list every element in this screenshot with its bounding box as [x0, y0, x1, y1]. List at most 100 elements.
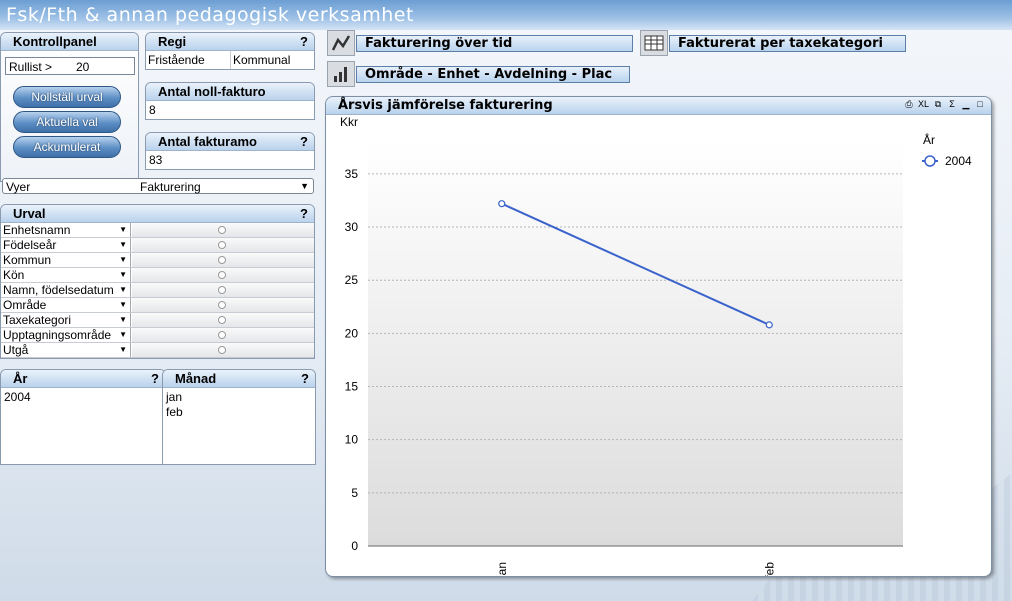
tab-fakturerat-per-taxekategori[interactable]: Fakturerat per taxekategori	[669, 35, 906, 52]
radio-icon	[218, 256, 226, 264]
urval-field-value[interactable]	[132, 223, 314, 237]
urval-field-name: Utgå	[3, 343, 29, 357]
chevron-down-icon[interactable]: ▼	[119, 268, 127, 282]
urval-field-label[interactable]: Namn, födelsedatum ▼	[3, 283, 131, 297]
kontrollpanel-title: Kontrollpanel	[1, 33, 138, 51]
y-tick-label: 35	[345, 167, 359, 181]
y-tick-label: 10	[345, 433, 359, 447]
bar-chart-icon[interactable]	[327, 61, 355, 87]
urval-row[interactable]: Namn, födelsedatum ▼	[1, 283, 314, 298]
chevron-down-icon[interactable]: ▼	[119, 253, 127, 267]
plot-area	[368, 142, 903, 546]
vyer-dropdown[interactable]: Vyer Fakturering ▼	[2, 178, 314, 194]
regi-value-fristaende[interactable]: Fristående	[148, 53, 205, 67]
noll-fakturor-value: 8	[149, 103, 156, 117]
urval-field-value[interactable]	[132, 298, 314, 312]
y-tick-label: 5	[351, 486, 358, 500]
app-title: Fsk/Fth & annan pedagogisk verksamhet	[0, 0, 1012, 30]
rullist-field[interactable]: Rullist > 20	[5, 57, 135, 75]
chart-title: Årsvis jämförelse fakturering	[326, 97, 991, 115]
chevron-down-icon[interactable]: ▼	[119, 283, 127, 297]
ar-value-2004[interactable]: 2004	[1, 388, 165, 406]
urval-panel: Urval? Enhetsnamn ▼ Födelseår ▼ Kommun ▼ Kön ▼ N…	[0, 204, 315, 359]
urval-field-name: Födelseår	[3, 238, 57, 252]
urval-field-label[interactable]: Födelseår ▼	[3, 238, 131, 252]
urval-field-value[interactable]	[132, 238, 314, 252]
regi-title: Regi	[158, 34, 187, 49]
x-tick-label: jan	[495, 562, 509, 576]
y-axis-label: Kkr	[340, 116, 358, 129]
urval-row[interactable]: Enhetsnamn ▼	[1, 223, 314, 238]
chevron-down-icon[interactable]: ▼	[119, 238, 127, 252]
tab-fakturering-over-tid[interactable]: Fakturering över tid	[356, 35, 633, 52]
nollstall-urval-button[interactable]: Nollställ urval	[13, 86, 121, 108]
legend-marker	[924, 155, 936, 167]
tab-omrade-enhet-avdelning[interactable]: Område - Enhet - Avdelning - Plac	[356, 66, 630, 83]
urval-field-value[interactable]	[132, 283, 314, 297]
radio-icon	[218, 301, 226, 309]
data-point	[498, 200, 506, 208]
urval-field-label[interactable]: Taxekategori ▼	[3, 313, 131, 327]
regi-listbox: Regi? Fristående Kommunal	[145, 32, 315, 70]
legend-label: 2004	[945, 154, 972, 168]
urval-field-name: Område	[3, 298, 47, 312]
table-icon[interactable]	[640, 30, 668, 56]
help-icon[interactable]: ?	[301, 371, 309, 386]
urval-field-value[interactable]	[132, 328, 314, 342]
help-icon[interactable]: ?	[151, 371, 159, 386]
urval-row[interactable]: Kommun ▼	[1, 253, 314, 268]
urval-field-value[interactable]	[132, 253, 314, 267]
y-tick-label: 20	[345, 326, 359, 340]
urval-field-value[interactable]	[132, 343, 314, 357]
chevron-down-icon[interactable]: ▼	[119, 313, 127, 327]
urval-row[interactable]: Upptagningsområde ▼	[1, 328, 314, 343]
urval-field-value[interactable]	[132, 268, 314, 282]
help-icon[interactable]: ?	[300, 34, 308, 49]
minimize-icon[interactable]: ▁	[961, 99, 971, 110]
line-chart-icon[interactable]	[327, 30, 355, 56]
line-chart: 0 5 10 15 20 25 30 35 Kkr jan feb År 2004	[340, 116, 972, 576]
urval-row[interactable]: Utgå ▼	[1, 343, 314, 358]
print-icon[interactable]: ⎙	[904, 99, 914, 110]
urval-field-label[interactable]: Enhetsnamn ▼	[3, 223, 131, 237]
urval-field-name: Enhetsnamn	[3, 223, 71, 237]
noll-fakturor-box: Antal noll-fakturo 8	[145, 82, 315, 120]
urval-row[interactable]: Taxekategori ▼	[1, 313, 314, 328]
aktuella-val-button[interactable]: Aktuella val	[13, 111, 121, 133]
urval-field-name: Upptagningsområde	[3, 328, 112, 342]
urval-row[interactable]: Kön ▼	[1, 268, 314, 283]
radio-icon	[218, 346, 226, 354]
manad-value-jan[interactable]: jan	[163, 388, 315, 404]
urval-field-label[interactable]: Upptagningsområde ▼	[3, 328, 131, 342]
help-icon[interactable]: ?	[300, 134, 308, 149]
radio-icon	[218, 241, 226, 249]
manad-title: Månad	[175, 371, 217, 386]
urval-row[interactable]: Födelseår ▼	[1, 238, 314, 253]
legend-title: År	[923, 132, 935, 147]
urval-field-value[interactable]	[132, 313, 314, 327]
help-icon[interactable]: ?	[300, 206, 308, 221]
chevron-down-icon[interactable]: ▼	[119, 298, 127, 312]
chevron-down-icon[interactable]: ▼	[119, 223, 127, 237]
urval-field-label[interactable]: Utgå ▼	[3, 343, 131, 357]
manad-value-feb[interactable]: feb	[163, 404, 315, 421]
urval-field-label[interactable]: Kön ▼	[3, 268, 131, 282]
regi-value-kommunal[interactable]: Kommunal	[233, 53, 290, 67]
urval-list: Enhetsnamn ▼ Födelseår ▼ Kommun ▼ Kön ▼ Namn, fö…	[1, 223, 314, 358]
copy-icon[interactable]: ⧉	[933, 99, 943, 110]
urval-field-label[interactable]: Kommun ▼	[3, 253, 131, 267]
chevron-down-icon[interactable]: ▼	[119, 343, 127, 357]
sigma-icon[interactable]: Σ	[947, 99, 957, 110]
maximize-icon[interactable]: □	[975, 99, 985, 110]
ackumulerat-button[interactable]: Ackumulerat	[13, 136, 121, 158]
y-tick-label: 25	[345, 273, 359, 287]
chevron-down-icon[interactable]: ▼	[119, 328, 127, 342]
antal-fakturamottagare-value: 83	[149, 153, 163, 167]
antal-fakturamottagare-box: Antal fakturamo? 83	[145, 132, 315, 170]
y-tick-label: 15	[345, 380, 359, 394]
excel-icon[interactable]: XL	[918, 99, 929, 110]
urval-row[interactable]: Område ▼	[1, 298, 314, 313]
urval-field-label[interactable]: Område ▼	[3, 298, 131, 312]
y-tick-label: 30	[345, 220, 359, 234]
chart-panel: Årsvis jämförelse fakturering ⎙ XL ⧉ Σ ▁…	[325, 96, 992, 577]
